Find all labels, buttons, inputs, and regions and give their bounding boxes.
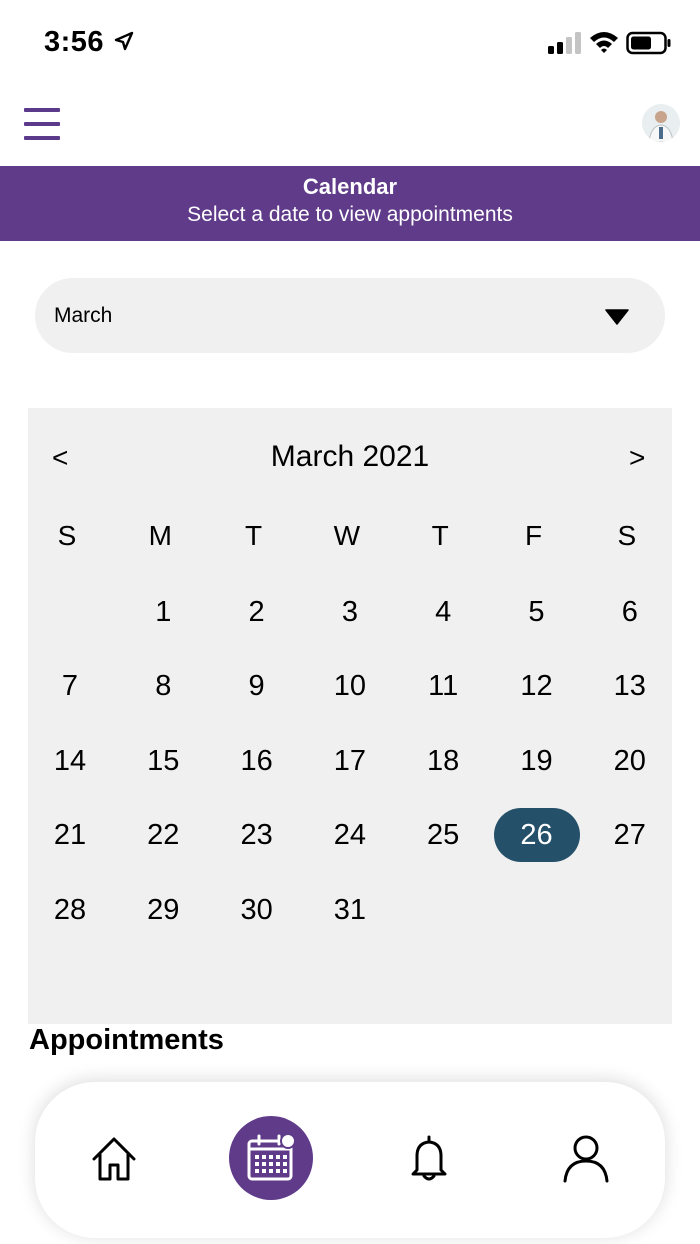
avatar[interactable] bbox=[642, 104, 680, 142]
screen: 3:56 Calendar Select a date to view appo… bbox=[0, 0, 700, 1244]
weekday-label: F bbox=[524, 520, 543, 551]
calendar-day[interactable]: 6 bbox=[585, 585, 675, 639]
week-row: 14 15 16 17 18 19 20 bbox=[28, 724, 672, 799]
calendar-day[interactable]: 16 bbox=[212, 734, 302, 788]
calendar-day[interactable]: 21 bbox=[25, 808, 115, 862]
week-row: 7 8 9 10 11 12 13 bbox=[28, 649, 672, 724]
month-select-value: March bbox=[54, 304, 113, 327]
nav-notifications[interactable] bbox=[409, 1134, 449, 1184]
month-select[interactable]: March bbox=[35, 278, 665, 353]
calendar-day[interactable]: 15 bbox=[118, 734, 208, 788]
status-time: 3:56 bbox=[44, 26, 105, 58]
calendar-day[interactable]: 19 bbox=[492, 734, 582, 788]
calendar-day[interactable]: 14 bbox=[25, 734, 115, 788]
weekday-label: S bbox=[57, 520, 77, 551]
calendar-day-selected[interactable]: 26 bbox=[493, 808, 580, 862]
calendar-day[interactable]: 28 bbox=[25, 883, 115, 937]
calendar-day[interactable]: 4 bbox=[398, 585, 488, 639]
calendar-day[interactable]: 27 bbox=[585, 808, 675, 862]
calendar-day[interactable]: 1 bbox=[118, 585, 208, 639]
nav-home[interactable] bbox=[90, 1135, 138, 1183]
calendar-day[interactable]: 8 bbox=[118, 659, 208, 713]
calendar-day[interactable]: 31 bbox=[305, 883, 395, 937]
calendar-day[interactable]: 20 bbox=[585, 734, 675, 788]
calendar-day[interactable]: 30 bbox=[212, 883, 302, 937]
signal-icon bbox=[548, 32, 581, 54]
calendar-day[interactable]: 17 bbox=[305, 734, 395, 788]
weekday-label: W bbox=[333, 520, 361, 551]
profile-icon bbox=[563, 1135, 609, 1183]
calendar-day[interactable]: 11 bbox=[398, 659, 488, 713]
location-arrow-icon bbox=[114, 31, 134, 51]
bell-icon bbox=[411, 1135, 447, 1181]
weekday-row: SMTWTFS bbox=[28, 500, 672, 575]
calendar-day[interactable]: 7 bbox=[25, 659, 115, 713]
weekday-label: T bbox=[245, 520, 263, 551]
bottom-nav bbox=[35, 1082, 665, 1238]
calendar-day[interactable]: 23 bbox=[212, 808, 302, 862]
home-icon bbox=[92, 1137, 136, 1181]
nav-profile[interactable] bbox=[561, 1133, 611, 1183]
calendar-day[interactable]: 13 bbox=[585, 659, 675, 713]
calendar: < March 2021 > S M T W T F S 1 2 3 4 5 6 7 8 9 10 11 12 13 1… bbox=[28, 408, 672, 1024]
calendar-day[interactable]: 24 bbox=[305, 808, 395, 862]
calendar-day[interactable]: 18 bbox=[398, 734, 488, 788]
calendar-day[interactable]: 3 bbox=[305, 585, 395, 639]
page-header: Calendar Select a date to view appointme… bbox=[0, 166, 700, 241]
calendar-day[interactable]: 2 bbox=[212, 585, 302, 639]
calendar-day[interactable]: 22 bbox=[118, 808, 208, 862]
calendar-grid: S M T W T F S 1 2 3 4 5 6 7 8 9 10 11 12 13 14 15 16 17 18 19 20 21… bbox=[28, 500, 672, 947]
calendar-day[interactable]: 25 bbox=[398, 808, 488, 862]
user-photo-icon bbox=[642, 104, 680, 142]
nav-calendar[interactable] bbox=[229, 1116, 313, 1200]
weekday-label: S bbox=[617, 520, 637, 551]
calendar-day[interactable]: 10 bbox=[305, 659, 395, 713]
menu-button[interactable] bbox=[24, 106, 62, 142]
week-row: 21 22 23 24 25 26 27 bbox=[28, 798, 672, 873]
calendar-day[interactable]: 29 bbox=[118, 883, 208, 937]
page-title: Calendar bbox=[302, 174, 398, 199]
week-row: 123456 bbox=[28, 575, 672, 650]
weekday-label: T bbox=[431, 520, 449, 551]
calendar-title: March 2021 bbox=[270, 440, 430, 473]
appointments-heading: Appointments bbox=[29, 1024, 224, 1056]
chevron-down-icon[interactable] bbox=[605, 309, 629, 325]
calendar-icon bbox=[247, 1133, 296, 1181]
weekday-label: M bbox=[148, 520, 172, 551]
battery-icon bbox=[626, 31, 671, 55]
calendar-day[interactable]: 12 bbox=[492, 659, 582, 713]
wifi-icon bbox=[590, 32, 618, 53]
next-month-button[interactable]: > bbox=[629, 442, 645, 474]
week-row: 28 29 30 31 bbox=[28, 873, 672, 948]
status-bar: 3:56 bbox=[0, 0, 700, 88]
calendar-day[interactable]: 9 bbox=[212, 659, 302, 713]
page-subtitle: Select a date to view appointments bbox=[187, 203, 513, 226]
calendar-day[interactable]: 5 bbox=[492, 585, 582, 639]
